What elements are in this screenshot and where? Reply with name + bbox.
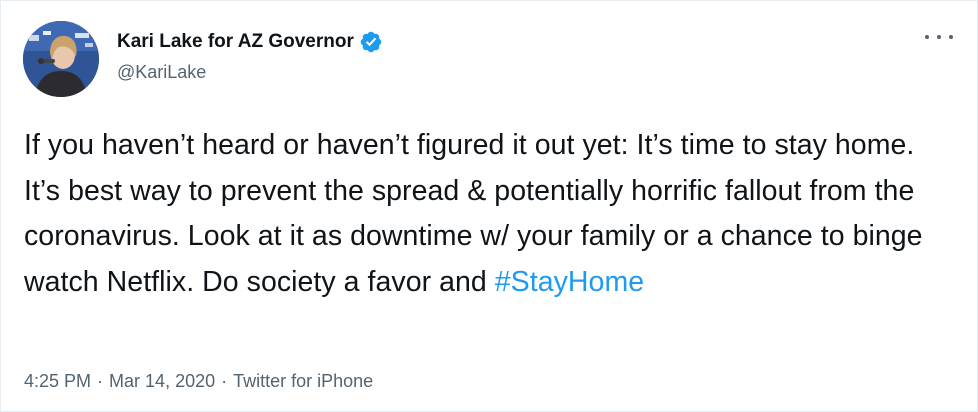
- verified-badge-icon: [359, 30, 383, 54]
- avatar[interactable]: [23, 21, 99, 97]
- author-display-name[interactable]: Kari Lake for AZ Governor: [117, 31, 354, 53]
- meta-separator: ·: [97, 371, 104, 391]
- tweet-text: If you haven’t heard or haven’t figured …: [24, 123, 954, 305]
- author-handle[interactable]: @KariLake: [117, 62, 206, 83]
- more-dot: [949, 35, 953, 39]
- tweet-card: Kari Lake for AZ Governor @KariLake If y…: [0, 0, 978, 412]
- author-name-row: Kari Lake for AZ Governor: [117, 29, 383, 55]
- tweet-time[interactable]: 4:25 PM: [24, 371, 91, 392]
- tweet-text-main: If you haven’t heard or haven’t figured …: [24, 129, 923, 298]
- meta-separator: ·: [221, 371, 228, 391]
- tweet-source[interactable]: Twitter for iPhone: [233, 371, 373, 392]
- more-dot: [937, 35, 941, 39]
- tweet-meta: 4:25 PM · Mar 14, 2020 · Twitter for iPh…: [24, 371, 373, 392]
- tweet-date[interactable]: Mar 14, 2020: [109, 371, 215, 392]
- more-dot: [925, 35, 929, 39]
- profile-photo: [23, 21, 99, 97]
- more-options-icon[interactable]: [925, 27, 953, 47]
- hashtag-link[interactable]: #StayHome: [495, 266, 644, 298]
